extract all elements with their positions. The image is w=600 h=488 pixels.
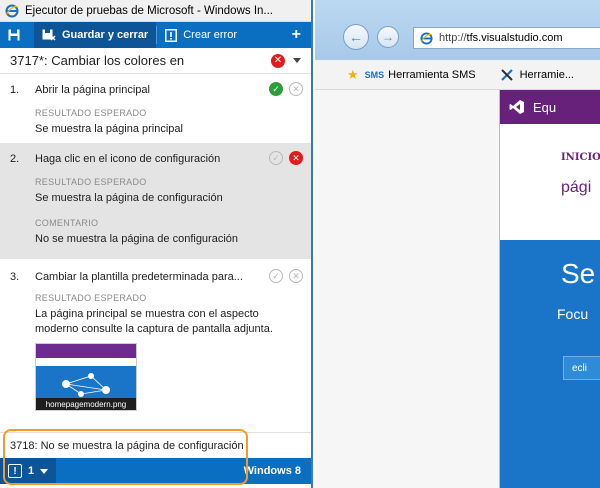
toolbar: Guardar y cerrar Crear error + — [0, 22, 311, 48]
attachment-thumbnail[interactable]: homepagemodern.png — [35, 343, 137, 411]
browser-content: Equ INICIO pági Se Focu ecli — [315, 90, 600, 488]
attachment-filename: homepagemodern.png — [36, 398, 136, 410]
favorite-label: Herramienta SMS — [388, 68, 476, 81]
step-action: Haga clic en el icono de configuración — [35, 153, 221, 165]
status-bar: ! 1 Windows 8 — [0, 458, 311, 484]
pass-check-icon[interactable]: ✓ — [269, 269, 283, 283]
page-heading: pági — [561, 179, 592, 196]
favorites-bar: ★ SMS Herramienta SMS Herramie... — [315, 60, 600, 90]
bug-alert-icon: ! — [8, 464, 22, 478]
test-step-1[interactable]: 1. Abrir la página principal ✓ ✕ RESULTA… — [0, 74, 311, 143]
visual-studio-logo-icon — [509, 100, 524, 114]
fail-x-icon[interactable]: ✕ — [289, 151, 303, 165]
expected-result-label: RESULTADO ESPERADO — [35, 177, 147, 187]
expected-result-label: RESULTADO ESPERADO — [35, 108, 147, 118]
chevron-down-icon — [40, 468, 49, 474]
star-icon: ★ — [347, 66, 359, 82]
expected-result-text: La página principal se muestra con el as… — [35, 308, 273, 335]
test-step-3[interactable]: 3. Cambiar la plantilla predeterminada p… — [0, 259, 311, 417]
web-page: Equ INICIO pági Se Focu ecli — [499, 90, 600, 488]
title-bar: Ejecutor de pruebas de Microsoft - Windo… — [0, 0, 311, 22]
address-bar[interactable]: http://tfs.visualstudio.com — [413, 27, 600, 49]
fail-x-icon[interactable]: ✕ — [289, 82, 303, 96]
sms-logo-icon: SMS — [364, 69, 385, 80]
bug-count-button[interactable]: ! 1 — [0, 458, 57, 484]
save-and-close-label: Guardar y cerrar — [62, 29, 149, 41]
fail-x-icon[interactable]: ✕ — [289, 269, 303, 283]
save-button[interactable] — [0, 22, 34, 48]
url-host: tfs.visualstudio.com — [466, 32, 563, 44]
internet-explorer-icon — [420, 31, 433, 45]
arrow-left-icon: ← — [349, 29, 363, 45]
test-case-title: 3717*: Cambiar los colores en — [10, 53, 185, 68]
pass-check-icon[interactable]: ✓ — [269, 151, 283, 165]
step-number: 1. — [10, 84, 20, 96]
forward-button[interactable]: → — [377, 26, 399, 48]
comment-label: COMENTARIO — [35, 218, 99, 228]
expected-result-text: Se muestra la página de configuración — [35, 192, 223, 204]
page-header: Equ — [499, 90, 600, 124]
hero-section: Se Focu ecli — [499, 240, 600, 488]
pass-check-icon[interactable]: ✓ — [269, 82, 283, 96]
bug-count: 1 — [28, 465, 35, 477]
chevron-down-icon[interactable] — [293, 58, 301, 63]
expected-result-text: Se muestra la página principal — [35, 123, 183, 135]
os-label: Windows 8 — [243, 465, 301, 477]
linked-bug[interactable]: 3718: No se muestra la página de configu… — [0, 432, 311, 458]
test-step-2[interactable]: 2. Haga clic en el icono de configuració… — [0, 143, 311, 259]
arrow-right-icon: → — [382, 30, 394, 44]
browser-chrome: ← → http://tfs.visualstudio.com — [315, 0, 600, 60]
favorite-label: Herramie... — [519, 68, 574, 81]
page-header-text: Equ — [533, 99, 557, 115]
comment-text[interactable]: No se muestra la página de configuración — [35, 232, 301, 247]
test-case-header[interactable]: 3717*: Cambiar los colores en ✕ — [0, 48, 311, 74]
step-action: Cambiar la plantilla predeterminada para… — [35, 271, 243, 283]
hero-button[interactable]: ecli — [563, 356, 600, 380]
create-bug-label: Crear error — [183, 29, 238, 41]
internet-explorer-icon — [5, 4, 19, 17]
browser-window: ← → http://tfs.visualstudio.com ★ SMS He… — [315, 0, 600, 488]
nav-inicio[interactable]: INICIO — [561, 152, 600, 163]
add-icon[interactable]: + — [282, 22, 311, 48]
favorite-sms-tool[interactable]: ★ SMS Herramienta SMS — [347, 67, 476, 83]
floppy-disk-icon — [8, 29, 20, 41]
hero-subtitle: Focu — [557, 306, 589, 322]
favorite-tool-2[interactable]: Herramie... — [500, 68, 574, 82]
save-and-close-button[interactable]: Guardar y cerrar — [34, 22, 157, 48]
step-action: Abrir la página principal — [35, 84, 150, 96]
hero-title: Se — [561, 258, 596, 289]
back-button[interactable]: ← — [343, 24, 369, 50]
tools-icon — [500, 68, 513, 81]
failed-status-icon: ✕ — [271, 53, 285, 68]
bug-alert-icon — [165, 28, 178, 42]
create-bug-button[interactable]: Crear error — [157, 22, 245, 48]
window-title: Ejecutor de pruebas de Microsoft - Windo… — [25, 4, 273, 17]
expected-result-label: RESULTADO ESPERADO — [35, 293, 147, 303]
url-prefix: http:// — [439, 32, 467, 44]
test-runner-window: Ejecutor de pruebas de Microsoft - Windo… — [0, 0, 313, 488]
step-number: 3. — [10, 271, 20, 283]
step-number: 2. — [10, 153, 20, 165]
save-close-icon — [42, 29, 56, 41]
